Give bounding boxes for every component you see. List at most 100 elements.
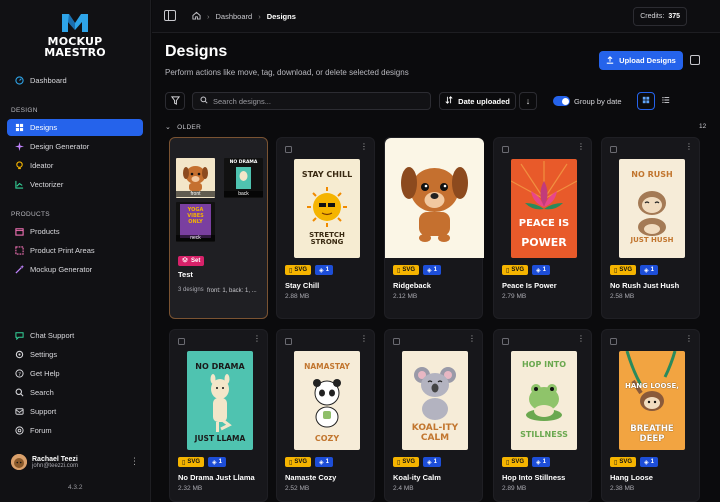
select-checkbox[interactable] xyxy=(610,146,617,153)
design-card-hop-into-stillness[interactable]: ⋮ HOP INTO STILLNESS ▯ SVG ◈ 1 Hop Into St… xyxy=(493,329,592,502)
upload-designs-label: Upload Designs xyxy=(619,56,676,65)
count-label: 1 xyxy=(650,459,654,465)
sidebar-item-settings[interactable]: Settings xyxy=(7,346,143,363)
sidebar-toggle-icon[interactable] xyxy=(164,10,176,21)
group-by-date-toggle[interactable] xyxy=(553,96,570,106)
section-label-products: PRODUCTS xyxy=(11,211,50,218)
more-icon[interactable]: ⋮ xyxy=(360,335,368,343)
design-card-no-drama-just-llama[interactable]: ⋮ NO DRAMA JUST LLAMA ▯ SVG ◈ 1 No Drama J… xyxy=(169,329,268,502)
section-label-design: DESIGN xyxy=(11,107,38,114)
format-label: SVG xyxy=(402,267,415,273)
select-checkbox[interactable] xyxy=(610,338,617,345)
design-set-card[interactable]: front NO DRAMA back YOGA VIBES ONLY neck… xyxy=(169,137,268,319)
design-card-peace-is-power[interactable]: ⋮ PEACE IS POWER ▯ SVG ◈ 1 Peace Is Power … xyxy=(493,137,592,319)
sort-direction-button[interactable]: ↓ xyxy=(519,92,537,110)
list-view-button[interactable] xyxy=(657,92,675,110)
sidebar-item-label: Designs xyxy=(30,123,58,132)
design-card-hang-loose[interactable]: ⋮ HANG LOOSE, BREATHE DEEP ▯ SVG ◈ 1 Hang … xyxy=(601,329,700,502)
set-badge-label: Set xyxy=(191,258,201,264)
sidebar-item-designs[interactable]: Designs xyxy=(7,119,143,136)
sidebar-item-ideator[interactable]: Ideator xyxy=(7,157,143,174)
sidebar-item-search[interactable]: Search xyxy=(7,384,143,401)
design-size: 2.52 MB xyxy=(285,485,310,492)
search-icon xyxy=(15,388,24,397)
more-icon[interactable]: ⋮ xyxy=(253,335,261,343)
credits-badge[interactable]: Credits: 375 xyxy=(633,7,687,26)
count-label: 1 xyxy=(325,459,329,465)
logo-mark-icon xyxy=(60,10,90,34)
set-thumb-label: back xyxy=(224,191,263,197)
select-checkbox[interactable] xyxy=(502,146,509,153)
select-checkbox[interactable] xyxy=(502,338,509,345)
user-name: Rachael Teezi xyxy=(32,455,78,463)
grid-view-button[interactable] xyxy=(637,92,655,110)
arrow-down-icon: ↓ xyxy=(525,96,531,106)
sidebar-item-dashboard[interactable]: Dashboard xyxy=(7,72,143,89)
more-icon[interactable]: ⋮ xyxy=(468,335,476,343)
sidebar-item-products[interactable]: Products xyxy=(7,223,143,240)
layout-options-icon[interactable] xyxy=(690,55,700,65)
home-icon[interactable] xyxy=(192,11,201,22)
select-checkbox[interactable] xyxy=(285,146,292,153)
design-thumbnail: NO RUSH JUST HUSH xyxy=(619,159,685,258)
poster-bottom-text: COZY xyxy=(314,434,340,443)
sidebar-item-get-help[interactable]: ? Get Help xyxy=(7,365,143,382)
breadcrumb-dashboard[interactable]: Dashboard xyxy=(216,12,253,21)
sparkles-icon xyxy=(15,142,24,151)
sidebar-item-label: Get Help xyxy=(30,369,60,378)
app-logo[interactable]: MOCKUP MAESTRO xyxy=(42,10,108,58)
poster-top-text: HANG LOOSE, xyxy=(625,382,679,390)
sidebar-item-vectorizer[interactable]: Vectorizer xyxy=(7,176,143,193)
select-checkbox[interactable] xyxy=(178,338,185,345)
design-card-ridgeback[interactable]: ⋮ ▯SVG ◈1 Ridgeback 2.12 MB xyxy=(384,137,484,319)
upload-designs-button[interactable]: Upload Designs xyxy=(599,51,683,70)
select-checkbox[interactable] xyxy=(393,338,400,345)
chevron-right-icon: › xyxy=(258,12,261,21)
design-thumbnail: STAY CHILL STRETCH STRONG xyxy=(294,159,360,258)
design-card-namaste-cozy[interactable]: ⋮ NAMASTAY COZY ▯ SVG ◈ 1 Namaste Cozy 2.5… xyxy=(276,329,375,502)
sidebar-item-product-print-areas[interactable]: Product Print Areas xyxy=(7,242,143,259)
design-name: Hang Loose xyxy=(610,473,653,482)
box-icon xyxy=(15,227,24,236)
filter-button[interactable] xyxy=(165,92,185,110)
sidebar-item-design-generator[interactable]: Design Generator xyxy=(7,138,143,155)
design-size: 2.38 MB xyxy=(610,485,635,492)
sidebar-item-support[interactable]: Support xyxy=(7,403,143,420)
select-checkbox[interactable] xyxy=(285,338,292,345)
count-badge: ◈ 1 xyxy=(207,457,226,467)
sidebar-item-label: Forum xyxy=(30,426,52,435)
file-icon: ▯ xyxy=(289,459,293,466)
sidebar-item-chat-support[interactable]: Chat Support xyxy=(7,327,143,344)
design-name: Peace Is Power xyxy=(502,281,557,290)
more-icon[interactable]: ⋮ xyxy=(577,335,585,343)
file-icon: ▯ xyxy=(506,459,510,466)
more-icon[interactable]: ⋮ xyxy=(685,335,693,343)
mockup-icon: ◈ xyxy=(535,267,541,274)
group-header[interactable]: ⌄ OLDER xyxy=(165,123,201,132)
format-badge: ▯ SVG xyxy=(285,265,311,275)
design-card-stay-chill[interactable]: ⋮ STAY CHILL STRETCH STRONG ▯ SVG ◈ 1 Stay… xyxy=(276,137,375,319)
poster-bottom-text: BREATHE DEEP xyxy=(630,424,674,444)
count-label: 1 xyxy=(650,267,654,273)
design-name: No Rush Just Hush xyxy=(610,281,680,290)
format-label: SVG xyxy=(294,267,307,273)
search-box xyxy=(192,92,431,110)
user-more-icon[interactable]: ⋮ xyxy=(130,456,139,467)
search-input[interactable] xyxy=(213,96,413,106)
more-icon[interactable]: ⋮ xyxy=(577,143,585,151)
more-icon[interactable]: ⋮ xyxy=(685,143,693,151)
format-badge: ▯ SVG xyxy=(178,457,204,467)
search-icon xyxy=(200,96,208,106)
design-card-koal-ity-calm[interactable]: ⋮ KOAL-ITY CALM ▯ SVG ◈ 1 Koal-ity Calm 2.… xyxy=(384,329,483,502)
design-thumbnail: PEACE IS POWER xyxy=(511,159,577,258)
sidebar-item-mockup-generator[interactable]: Mockup Generator xyxy=(7,261,143,278)
sort-by-button[interactable]: Date uploaded xyxy=(439,92,516,110)
count-label: 1 xyxy=(325,267,329,273)
mockup-icon: ◈ xyxy=(318,267,324,274)
design-card-no-rush-just-hush[interactable]: ⋮ NO RUSH JUST HUSH ▯ SVG ◈ 1 No Rush Just… xyxy=(601,137,700,319)
format-badge: ▯ SVG xyxy=(393,265,419,275)
more-icon[interactable]: ⋮ xyxy=(360,143,368,151)
user-menu[interactable]: Rachael Teezi john@teezzi.com ⋮ xyxy=(11,452,143,472)
sidebar-item-forum[interactable]: Forum xyxy=(7,422,143,439)
sidebar-item-label: Settings xyxy=(30,350,58,359)
